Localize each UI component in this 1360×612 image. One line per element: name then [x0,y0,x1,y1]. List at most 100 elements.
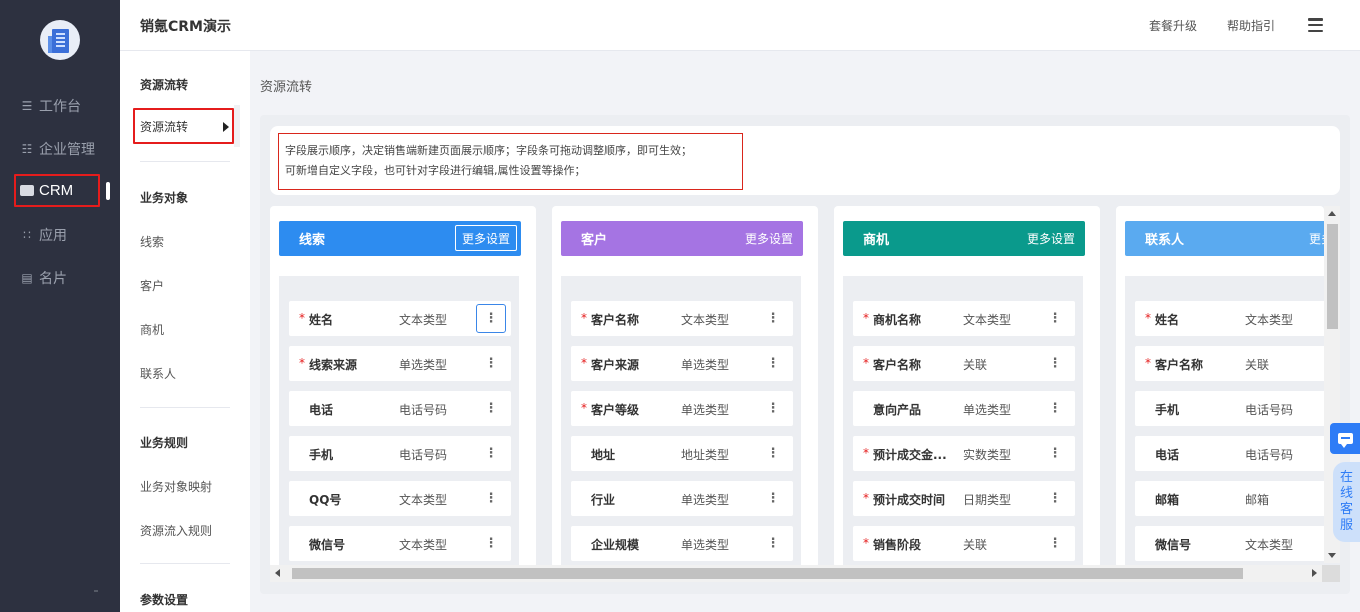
field-type: 文本类型 [1245,313,1294,327]
field-row[interactable]: 手机 电话号码 [1135,391,1324,426]
more-vertical-icon[interactable]: ⋮ [758,304,788,333]
more-settings-button[interactable]: 更多设置 [454,225,517,251]
field-row[interactable]: * 客户名称 关联 ⋮ [853,346,1075,381]
field-row[interactable]: * 线索来源 单选类型 ⋮ [289,346,511,381]
company-logo[interactable] [40,20,80,60]
field-type: 文本类型 [963,313,1012,327]
more-vertical-icon[interactable]: ⋮ [1040,484,1070,513]
more-settings-button[interactable]: 更多设置 [1303,225,1324,251]
field-name: 姓名 [1155,313,1180,327]
nav-item-workbench[interactable]: ☰ 工作台 [20,94,81,118]
more-vertical-icon[interactable]: ⋮ [476,394,506,423]
more-vertical-icon[interactable]: ⋮ [758,349,788,378]
active-shade [234,105,240,147]
field-type: 单选类型 [681,538,730,552]
field-row[interactable]: * 姓名 文本类型 ⋮ [289,301,511,336]
field-row[interactable]: 意向产品 单选类型 ⋮ [853,391,1075,426]
more-vertical-icon[interactable]: ⋮ [1040,349,1070,378]
more-vertical-icon[interactable]: ⋮ [476,349,506,378]
more-settings-button[interactable]: 更多设置 [739,225,799,251]
field-row[interactable]: 电话 电话号码 [1135,436,1324,471]
scroll-down-arrow-icon[interactable] [1328,553,1336,558]
more-vertical-icon[interactable]: ⋮ [1040,304,1070,333]
field-row[interactable]: * 商机名称 文本类型 ⋮ [853,301,1075,336]
object-column: 商机 更多设置 * 商机名称 文本类型 ⋮ * 客户名称 关联 ⋮ 意向产品 单选类型 ⋮ * 预计成交金.… [834,206,1100,568]
more-vertical-icon[interactable]: ⋮ [1040,394,1070,423]
subnav-item-customers[interactable]: 客户 [140,277,164,294]
more-vertical-icon[interactable]: ⋮ [476,529,506,558]
subnav-item-resource-flow[interactable]: 资源流转 [133,108,234,144]
scrollbar-corner [1322,565,1340,582]
subnav-item-contacts[interactable]: 联系人 [140,365,176,382]
required-mark: * [581,356,587,370]
more-vertical-icon[interactable]: ⋮ [758,484,788,513]
horizontal-scrollbar[interactable] [270,565,1322,582]
required-mark: * [299,356,305,370]
online-support-tab[interactable]: 在线客服 [1333,462,1360,542]
field-row[interactable]: 微信号 文本类型 [1135,526,1324,561]
field-name: 意向产品 [873,403,922,417]
more-vertical-icon[interactable]: ⋮ [476,484,506,513]
field-type: 关联 [1245,358,1270,372]
card-icon: ▤ [21,271,33,285]
field-row[interactable]: * 客户名称 关联 [1135,346,1324,381]
more-vertical-icon[interactable]: ⋮ [758,439,788,468]
more-vertical-icon[interactable]: ⋮ [1040,529,1070,558]
field-type: 电话号码 [399,448,448,462]
field-row[interactable]: 邮箱 邮箱 [1135,481,1324,516]
scroll-left-arrow-icon[interactable] [275,569,280,577]
field-row[interactable]: QQ号 文本类型 ⋮ [289,481,511,516]
required-mark: * [863,536,869,550]
field-name: 行业 [591,493,616,507]
nav-item-crm[interactable]: CRM [14,174,100,207]
field-name: 邮箱 [1155,493,1180,507]
field-row[interactable]: * 客户来源 单选类型 ⋮ [571,346,793,381]
scroll-right-arrow-icon[interactable] [1312,569,1317,577]
field-row[interactable]: * 预计成交时间 日期类型 ⋮ [853,481,1075,516]
help-link[interactable]: 帮助指引 [1227,17,1275,34]
nav-item-enterprise[interactable]: ☷ 企业管理 [20,137,95,161]
required-mark: * [1145,356,1151,370]
more-vertical-icon[interactable]: ⋮ [1040,439,1070,468]
field-name: 预计成交时间 [873,493,946,507]
field-type: 单选类型 [681,358,730,372]
column-title: 线索 [299,233,326,248]
required-mark: * [299,311,305,325]
field-row[interactable]: * 客户等级 单选类型 ⋮ [571,391,793,426]
crm-card-icon [20,185,34,196]
object-column: 客户 更多设置 * 客户名称 文本类型 ⋮ * 客户来源 单选类型 ⋮ * 客户等级 单选类型 ⋮ 地址 地址… [552,206,818,568]
subnav-section-title: 参数设置 [140,593,189,607]
more-vertical-icon[interactable]: ⋮ [758,529,788,558]
nav-item-apps[interactable]: ∷ 应用 [20,223,67,247]
field-row[interactable]: * 销售阶段 关联 ⋮ [853,526,1075,561]
upgrade-link[interactable]: 套餐升级 [1149,17,1197,34]
field-row[interactable]: * 预计成交金... 实数类型 ⋮ [853,436,1075,471]
field-row[interactable]: 地址 地址类型 ⋮ [571,436,793,471]
more-vertical-icon[interactable]: ⋮ [758,394,788,423]
subnav-item-opportunities[interactable]: 商机 [140,321,164,338]
more-vertical-icon[interactable]: ⋮ [476,304,506,333]
subnav-item-object-mapping[interactable]: 业务对象映射 [140,478,212,495]
scroll-up-arrow-icon[interactable] [1328,211,1336,216]
scrollbar-thumb[interactable] [1327,224,1338,329]
divider [140,563,230,564]
nav-label: 应用 [39,228,67,244]
object-column: 线索 更多设置 * 姓名 文本类型 ⋮ * 线索来源 单选类型 ⋮ 电话 电话号码 ⋮ 手机 电话号码 ⋮ QQ… [270,206,536,568]
subnav-item-inflow-rules[interactable]: 资源流入规则 [140,522,212,539]
nav-item-cards[interactable]: ▤ 名片 [20,266,67,290]
field-row[interactable]: 企业规模 单选类型 ⋮ [571,526,793,561]
hamburger-menu-icon[interactable] [1308,18,1323,32]
field-row[interactable]: * 姓名 文本类型 [1135,301,1324,336]
field-row[interactable]: 行业 单选类型 ⋮ [571,481,793,516]
field-row[interactable]: 电话 电话号码 ⋮ [289,391,511,426]
field-row[interactable]: 微信号 文本类型 ⋮ [289,526,511,561]
more-vertical-icon[interactable]: ⋮ [476,439,506,468]
more-settings-button[interactable]: 更多设置 [1021,225,1081,251]
chat-button[interactable] [1330,423,1360,454]
required-mark: * [863,446,869,460]
subnav-item-leads[interactable]: 线索 [140,233,164,250]
field-row[interactable]: * 客户名称 文本类型 ⋮ [571,301,793,336]
chat-bubble-icon [1337,433,1353,448]
field-row[interactable]: 手机 电话号码 ⋮ [289,436,511,471]
scrollbar-thumb[interactable] [292,568,1243,579]
